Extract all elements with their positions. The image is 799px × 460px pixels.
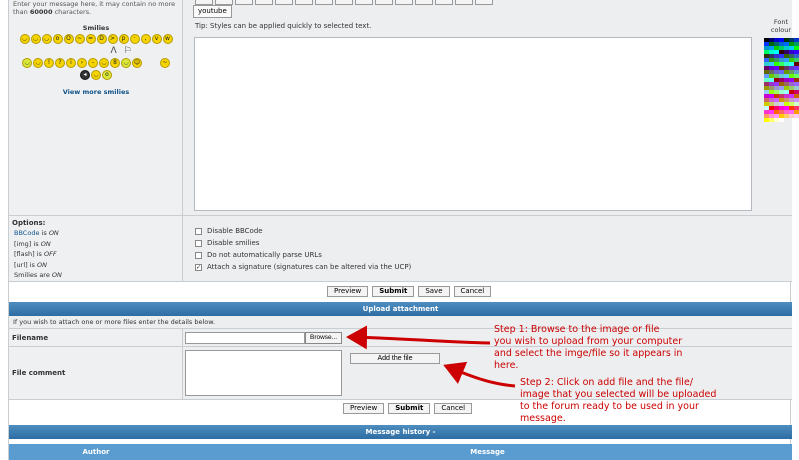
step1-annotation: Step 1: Browse to the image or file you … <box>494 324 683 371</box>
step2-annotation: Step 2: Click on add file and the file/ … <box>520 377 717 424</box>
step1-arrow <box>346 325 491 350</box>
